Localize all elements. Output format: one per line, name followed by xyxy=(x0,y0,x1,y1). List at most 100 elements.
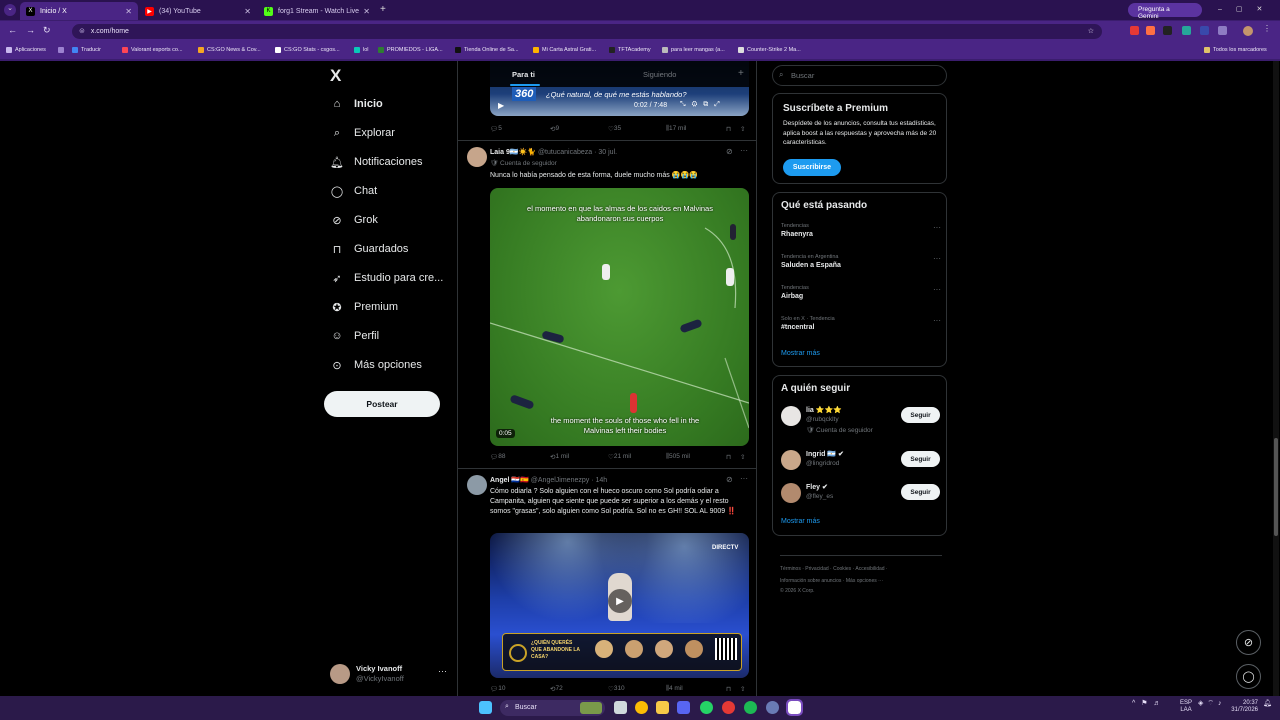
language-indicator[interactable]: ESP LAA xyxy=(1180,700,1192,714)
notification-icon[interactable]: 🔔︎ xyxy=(1263,700,1272,707)
nav-grok[interactable]: ⊘ Grok xyxy=(330,210,377,230)
bookmark-item[interactable]: Traducir xyxy=(72,47,101,53)
follow-suggestion[interactable]: lia ⭐⭐⭐ @rubqcklty 🛡 Cuenta de seguidor … xyxy=(781,406,941,436)
app-icon[interactable] xyxy=(722,701,735,714)
bookmark-item[interactable]: Valorant esports co... xyxy=(122,47,183,53)
author-name[interactable]: Angel 🇵🇾🇪🇸 xyxy=(490,477,529,484)
gemini-button[interactable]: Pregunta a Gemini xyxy=(1128,3,1202,20)
chrome-icon[interactable] xyxy=(635,701,648,714)
whatsapp-icon[interactable] xyxy=(700,701,713,714)
like-action[interactable]: ♡ 310 xyxy=(608,685,625,693)
tab-list-icon[interactable]: ⌄ xyxy=(4,4,16,16)
reload-icon[interactable]: ↻ xyxy=(43,25,51,36)
tweet-video[interactable]: DIRECTV ▶ ¿QUIÉN QUERÉS QUE ABANDONE LA … xyxy=(490,533,749,678)
bookmark-icon[interactable]: ⊓ xyxy=(726,125,731,133)
explorer-icon[interactable] xyxy=(656,701,669,714)
trend-item[interactable]: Tendencias Rhaenyra ··· xyxy=(781,223,941,238)
author-name[interactable]: Laia 9🇦🇷☀️🐈 xyxy=(490,149,536,156)
bookmark-item[interactable]: PROMIEDOS - LIGA... xyxy=(378,47,443,53)
extension-icon[interactable] xyxy=(1200,26,1209,35)
tab-following[interactable]: Siguiendo xyxy=(643,70,676,79)
bookmark-item[interactable]: lol xyxy=(354,47,369,53)
close-icon[interactable]: ✕ xyxy=(125,7,132,16)
nav-notifications[interactable]: 🔔︎ Notificaciones xyxy=(330,152,422,172)
scrollbar-thumb[interactable] xyxy=(1274,438,1278,536)
nav-explore[interactable]: ⌕ Explorar xyxy=(330,123,395,143)
menu-icon[interactable]: ⋮ xyxy=(1263,24,1271,33)
nav-chat[interactable]: ◯ Chat xyxy=(330,181,377,201)
tweet[interactable]: Laia 9🇦🇷☀️🐈 @tutucanicabeza · 30 jul. 🛡 … xyxy=(458,141,756,468)
follow-button[interactable]: Seguir xyxy=(901,484,940,500)
new-tab-button[interactable]: + xyxy=(380,4,386,15)
footer-link[interactable]: Privacidad xyxy=(805,566,828,572)
more-icon[interactable]: ··· xyxy=(933,254,941,263)
nav-more[interactable]: ⊙ Más opciones xyxy=(330,355,421,375)
forward-icon[interactable]: → xyxy=(26,25,35,35)
taskview-icon[interactable] xyxy=(614,701,627,714)
like-action[interactable]: ♡ 35 xyxy=(608,125,621,133)
clock[interactable]: 20:37 31/7/2026 xyxy=(1226,700,1258,714)
search-input[interactable]: ⌕ Buscar xyxy=(772,65,947,86)
scrollbar[interactable] xyxy=(1273,61,1279,696)
subscribe-button[interactable]: Suscribirse xyxy=(783,159,841,176)
close-icon[interactable]: ✕ xyxy=(244,7,251,16)
bookmark-item[interactable] xyxy=(58,47,67,53)
bookmark-icon[interactable]: ⊓ xyxy=(726,685,731,693)
extension-icon[interactable] xyxy=(1182,26,1191,35)
author-handle[interactable]: @tutucanicabeza xyxy=(538,149,592,156)
taskbar-search[interactable]: ⌕ Buscar xyxy=(500,700,605,716)
follow-button[interactable]: Seguir xyxy=(901,451,940,467)
system-icons[interactable]: ◈⌔♪ xyxy=(1198,700,1225,707)
x-logo[interactable]: X xyxy=(330,66,341,86)
footer-link[interactable]: Más opciones ··· xyxy=(846,578,883,584)
share-icon[interactable]: ⇧ xyxy=(740,685,745,693)
all-bookmarks[interactable]: Todos los marcadores xyxy=(1204,47,1267,53)
views-action[interactable]: ⫼ 4 mil xyxy=(666,685,683,693)
extension-icons[interactable]: ⋮ xyxy=(1126,24,1276,37)
show-more-link[interactable]: Mostrar más xyxy=(781,518,820,525)
add-icon[interactable]: + xyxy=(738,68,744,79)
play-icon[interactable]: ▶ xyxy=(608,589,632,613)
repost-action[interactable]: ⟲ 9 xyxy=(550,125,559,133)
more-icon[interactable]: ··· xyxy=(933,285,941,294)
tab-youtube[interactable]: ▶ (34) YouTube ✕ xyxy=(139,2,257,20)
trend-item[interactable]: Tendencias Airbag ··· xyxy=(781,285,941,300)
share-icon[interactable]: ⇧ xyxy=(740,453,745,461)
footer-link[interactable]: Accesibilidad xyxy=(855,566,884,572)
author-handle[interactable]: @AngelJimenezpy xyxy=(531,477,589,484)
bookmark-item[interactable]: para leer mangas (a... xyxy=(662,47,725,53)
follow-suggestion[interactable]: Ingrid 🇦🇷 ✔ @lingridrod Seguir xyxy=(781,450,941,480)
spotify-icon[interactable] xyxy=(744,701,757,714)
more-icon[interactable]: ··· xyxy=(933,223,941,232)
more-icon[interactable]: ··· xyxy=(740,146,748,155)
extensions-puzzle-icon[interactable] xyxy=(1218,26,1227,35)
nav-bookmarks[interactable]: ⊓ Guardados xyxy=(330,239,409,259)
more-icon[interactable]: ··· xyxy=(740,474,748,483)
extension-icon[interactable] xyxy=(1163,26,1172,35)
tab-kick[interactable]: K forg1 Stream - Watch Live ✕ xyxy=(258,2,376,20)
window-controls[interactable]: –▢✕ xyxy=(1218,5,1276,13)
tab-for-you[interactable]: Para ti xyxy=(512,70,535,79)
close-icon[interactable]: ✕ xyxy=(363,7,370,16)
extension-icon[interactable] xyxy=(1146,26,1155,35)
reply-action[interactable]: 💬︎ 10 xyxy=(490,685,506,693)
bookmark-item[interactable]: Tienda Online de Sa... xyxy=(455,47,519,53)
nav-profile[interactable]: ☺ Perfil xyxy=(330,326,379,346)
footer-link[interactable]: Información sobre anuncios xyxy=(780,578,841,584)
bookmark-item[interactable]: CS:GO Stats - csgos... xyxy=(275,47,340,53)
follow-suggestion[interactable]: Fley ✔ @fley_es Seguir xyxy=(781,483,941,513)
post-button[interactable]: Postear xyxy=(324,391,440,417)
grok-icon[interactable]: ⊘ xyxy=(726,147,733,156)
steam-icon[interactable] xyxy=(766,701,779,714)
bookmark-item[interactable]: CS:GO News & Cov... xyxy=(198,47,261,53)
nav-creator-studio[interactable]: ➶ Estudio para cre... xyxy=(330,268,443,288)
tweet-video[interactable]: el momento en que las almas de los caido… xyxy=(490,188,749,446)
tweet[interactable]: Angel 🇵🇾🇪🇸 @AngelJimenezpy · 14h ⊘ ··· C… xyxy=(458,469,756,696)
app-icon[interactable] xyxy=(677,701,690,714)
bookmark-icon[interactable]: ⊓ xyxy=(726,453,731,461)
footer-link[interactable]: Términos xyxy=(780,566,801,572)
messages-fab[interactable]: ◯ xyxy=(1236,664,1261,689)
play-icon[interactable]: ▶ xyxy=(498,101,504,110)
profile-avatar[interactable] xyxy=(1243,26,1253,36)
more-icon[interactable]: ··· xyxy=(933,316,941,325)
